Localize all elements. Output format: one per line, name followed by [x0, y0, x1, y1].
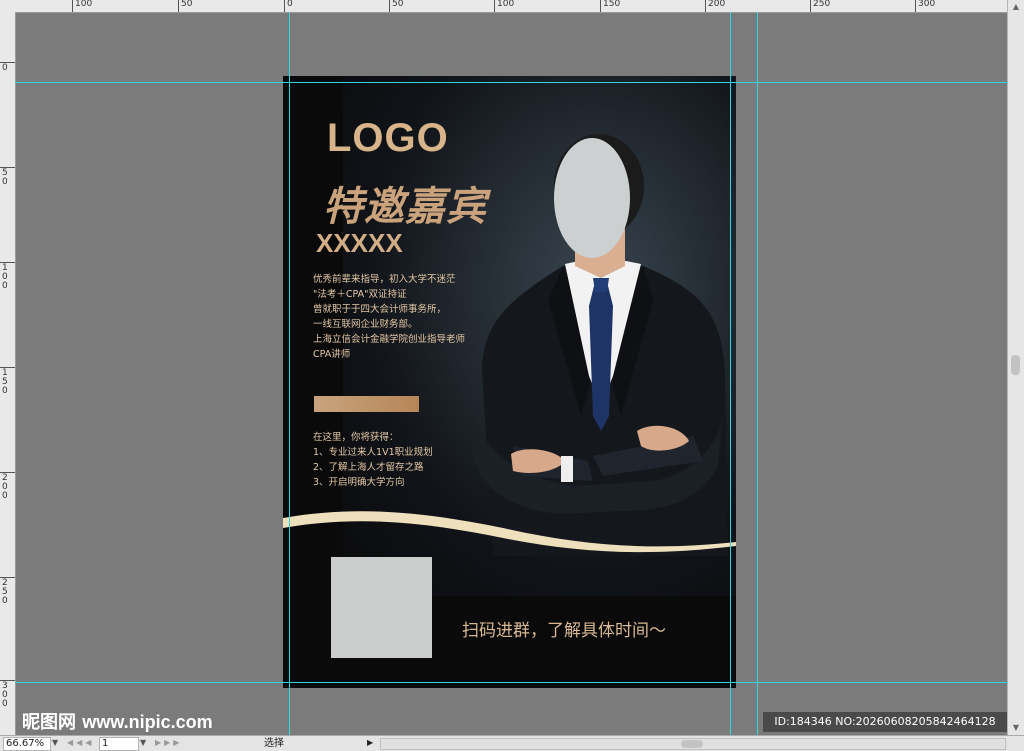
scrollbar-thumb[interactable]	[681, 740, 703, 748]
zoom-field[interactable]: 66.67%	[3, 737, 51, 751]
guide-horizontal[interactable]	[15, 682, 1008, 683]
guide-horizontal[interactable]	[15, 82, 1008, 83]
ruler-tick: 150	[0, 367, 15, 396]
page-nav-next-last-icon[interactable]: ▶▶▶	[155, 738, 182, 747]
ruler-tick: 0	[284, 0, 293, 12]
watermark-site: www.nipic.com	[82, 712, 213, 732]
scroll-down-arrow-icon[interactable]: ▼	[1008, 721, 1024, 735]
vertical-scrollbar[interactable]: ▲ ▼	[1007, 0, 1024, 735]
ruler-tick: 100	[0, 262, 15, 291]
ruler-tick: 0	[0, 62, 15, 73]
ruler-tick: 150	[600, 0, 620, 12]
horizontal-scrollbar[interactable]	[380, 738, 1006, 750]
page-nav-first-prev-icon[interactable]: ◀◀◀	[67, 738, 94, 747]
bio-line: CPA讲师	[313, 349, 351, 360]
guide-vertical[interactable]	[730, 12, 731, 735]
zoom-dropdown-icon[interactable]: ▼	[52, 738, 58, 747]
ruler-tick: 250	[0, 577, 15, 606]
ruler-tick: 200	[705, 0, 725, 12]
status-bar: 66.67% ▼ ◀◀◀ 1 ▼ ▶▶▶ 选择 ▶	[0, 735, 1024, 751]
bio-line: 曾就职于于四大会计师事务所，	[313, 304, 447, 315]
bio-line: 上海立信会计金融学院创业指导老师	[313, 334, 466, 345]
scroll-up-arrow-icon[interactable]: ▲	[1008, 0, 1024, 14]
vertical-ruler[interactable]: 0 50 100 150 200 250 300	[0, 12, 16, 735]
scan-prompt: 扫码进群，了解具体时间～	[462, 621, 666, 641]
guide-vertical[interactable]	[757, 12, 758, 735]
benefits-line: 1、专业过来人1V1职业规划	[313, 447, 433, 458]
ruler-tick: 100	[72, 0, 92, 12]
ruler-tick: 300	[915, 0, 935, 12]
poster-artboard[interactable]: LOGO 特邀嘉宾 XXXXX 优秀前辈来指导，初入大学不迷茫 "法考＋CPA"…	[283, 76, 736, 688]
poster-logo: LOGO	[327, 116, 449, 160]
benefits-line: 3、开启明确大学方向	[313, 477, 405, 488]
watermark-logo: 昵图网 www.nipic.com	[22, 708, 213, 734]
ruler-tick: 50	[178, 0, 192, 12]
bio-line: 一线互联网企业财务部。	[313, 319, 418, 330]
guide-vertical[interactable]	[289, 12, 290, 735]
ruler-tick: 50	[0, 167, 15, 187]
ruler-tick: 50	[389, 0, 403, 12]
watermark-brand: 昵图网	[22, 712, 76, 733]
ruler-tick: 200	[0, 472, 15, 501]
guest-bio: 优秀前辈来指导，初入大学不迷茫 "法考＋CPA"双证持证 曾就职于于四大会计师事…	[313, 272, 465, 362]
benefits-line: 2、了解上海人才留存之路	[313, 462, 424, 473]
horizontal-ruler[interactable]: 100 50 0 50 100 150 200 250 300	[0, 0, 1008, 13]
image-id-label: ID:184346 NO:20260608205842464128	[763, 712, 1007, 732]
page-dropdown-icon[interactable]: ▼	[140, 738, 146, 747]
ruler-tick: 250	[810, 0, 830, 12]
status-menu-arrow-icon[interactable]: ▶	[367, 738, 373, 747]
qr-code-placeholder	[331, 557, 432, 658]
ruler-tick: 300	[0, 680, 15, 709]
guest-photo	[473, 134, 728, 556]
gold-divider-bar	[314, 396, 419, 412]
benefits-line: 在这里，你将获得：	[313, 432, 399, 443]
ruler-tick: 100	[494, 0, 514, 12]
scrollbar-thumb[interactable]	[1011, 355, 1020, 375]
page-number-field[interactable]: 1	[99, 737, 139, 751]
current-tool-label: 选择	[264, 738, 284, 749]
benefits-list: 在这里，你将获得： 1、专业过来人1V1职业规划 2、了解上海人才留存之路 3、…	[313, 430, 433, 490]
bio-line: "法考＋CPA"双证持证	[313, 289, 407, 300]
guest-name: XXXXX	[316, 228, 403, 258]
bio-line: 优秀前辈来指导，初入大学不迷茫	[313, 274, 456, 285]
